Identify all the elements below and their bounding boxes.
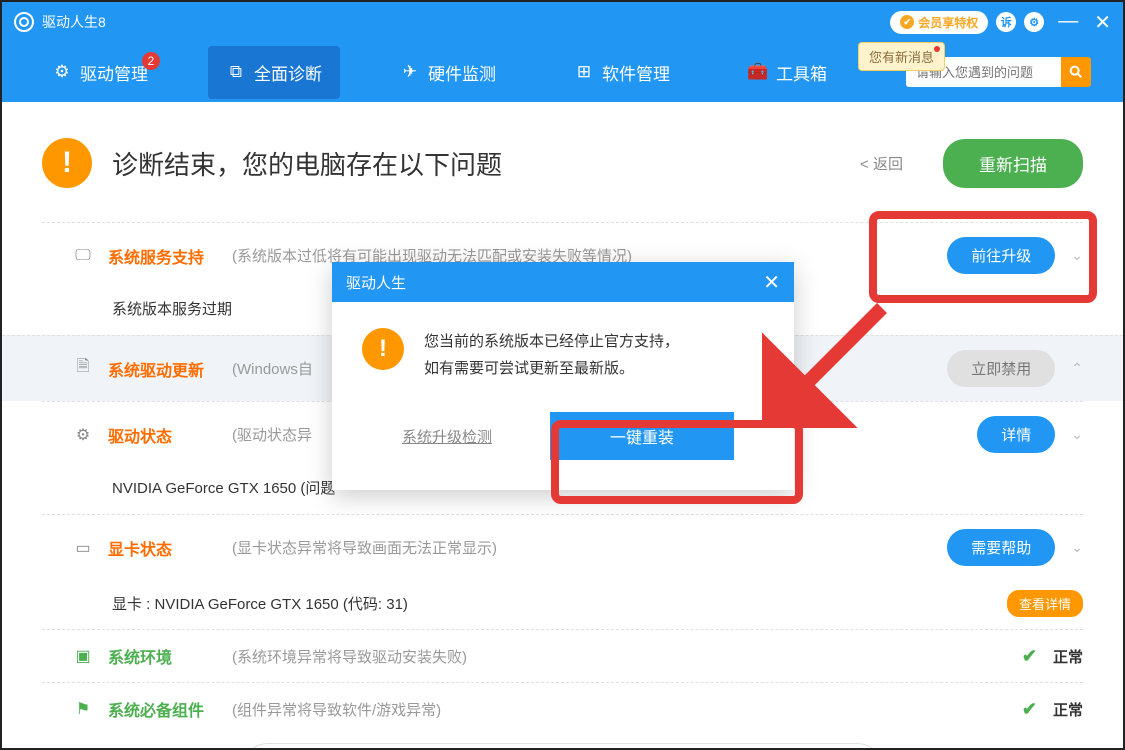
help-button[interactable]: 需要帮助 xyxy=(947,529,1055,566)
chevron-down-icon[interactable]: ⌄ xyxy=(1071,426,1083,443)
system-upgrade-check-link[interactable]: 系统升级检测 xyxy=(402,426,492,447)
one-click-reinstall-button[interactable]: 一键重装 xyxy=(550,412,734,460)
vip-badge[interactable]: 会员享特权 xyxy=(890,11,988,34)
puzzle-icon: ⚑ xyxy=(72,698,94,720)
nav-label: 全面诊断 xyxy=(254,60,322,85)
row-gpu-detail: 显卡 : NVIDIA GeForce GTX 1650 (代码: 31) 查看… xyxy=(42,580,1083,629)
notification-dot-icon xyxy=(934,46,940,52)
row-gpu-status: ▭ 显卡状态 (显卡状态异常将导致画面无法正常显示) 需要帮助 ⌄ xyxy=(42,514,1083,580)
app-logo-icon xyxy=(14,12,34,32)
disable-button[interactable]: 立即禁用 xyxy=(947,350,1055,387)
gear-icon: ⚙ xyxy=(72,424,94,446)
warning-icon: ! xyxy=(42,138,92,188)
new-message-bubble[interactable]: 您有新消息 xyxy=(858,42,945,71)
chevron-down-icon[interactable]: ⌄ xyxy=(1071,539,1083,556)
row-desc: (显卡状态异常将导致画面无法正常显示) xyxy=(232,537,933,558)
dialog-close-button[interactable]: ✕ xyxy=(763,270,780,295)
settings-icon[interactable]: ⚙ xyxy=(1024,12,1044,32)
view-details-badge[interactable]: 查看详情 xyxy=(1007,590,1083,617)
status-text: 正常 xyxy=(1053,646,1083,667)
more-solutions-button[interactable]: ⌄⌄ 查看更多解决方案 xyxy=(242,743,883,748)
diagnosis-header: ! 诊断结束，您的电脑存在以下问题 < 返回 重新扫描 xyxy=(42,138,1083,188)
row-system-env: ▣ 系统环境 (系统环境异常将导致驱动安装失败) ✔ 正常 xyxy=(42,629,1083,682)
row-label: 系统环境 xyxy=(108,644,218,668)
apps-icon: ⊞ xyxy=(574,62,594,82)
row-label: 显卡状态 xyxy=(108,536,218,560)
nav-toolbox[interactable]: 🧰 工具箱 xyxy=(730,46,845,99)
nav-software-management[interactable]: ⊞ 软件管理 xyxy=(556,46,688,99)
magnifier-icon xyxy=(1068,64,1084,80)
nav-full-diagnosis[interactable]: ⧉ 全面诊断 xyxy=(208,46,340,99)
toolbox-icon: 🧰 xyxy=(748,62,768,82)
nav-label: 工具箱 xyxy=(776,60,827,85)
check-icon: ✔ xyxy=(1022,699,1037,720)
nav-hardware-monitor[interactable]: ✈ 硬件监测 xyxy=(382,46,514,99)
notify-icon[interactable]: 诉 xyxy=(996,12,1016,32)
close-button[interactable]: ✕ xyxy=(1094,10,1111,35)
minimize-button[interactable]: — xyxy=(1058,10,1078,35)
back-link[interactable]: < 返回 xyxy=(860,153,903,174)
check-icon: ✔ xyxy=(1022,646,1037,667)
diagnosis-title: 诊断结束，您的电脑存在以下问题 xyxy=(112,145,840,182)
window-icon: ▣ xyxy=(72,645,94,667)
nav-label: 硬件监测 xyxy=(428,60,496,85)
card-icon: ▭ xyxy=(72,537,94,559)
row-label: 系统服务支持 xyxy=(108,244,218,268)
upgrade-dialog: 驱动人生 ✕ ! 您当前的系统版本已经停止官方支持， 如有需要可尝试更新至最新版… xyxy=(332,262,794,490)
dialog-title: 驱动人生 xyxy=(346,272,406,293)
monitor-icon: 🖵 xyxy=(72,245,94,267)
upgrade-button[interactable]: 前往升级 xyxy=(947,237,1055,274)
row-label: 驱动状态 xyxy=(108,423,218,447)
gear-icon: ⚙ xyxy=(52,62,72,82)
warning-icon: ! xyxy=(362,328,404,370)
row-components: ⚑ 系统必备组件 (组件异常将导致软件/游戏异常) ✔ 正常 xyxy=(42,682,1083,735)
rocket-icon: ✈ xyxy=(400,62,420,82)
dialog-header: 驱动人生 ✕ xyxy=(332,262,794,302)
heartbeat-icon: ⧉ xyxy=(226,62,246,82)
app-title: 驱动人生8 xyxy=(42,12,106,32)
file-icon: 🗎 xyxy=(72,358,94,380)
row-label: 系统驱动更新 xyxy=(108,357,218,381)
new-message-text: 您有新消息 xyxy=(869,50,934,65)
nav-driver-management[interactable]: ⚙ 驱动管理 2 xyxy=(34,46,166,99)
titlebar: 驱动人生8 会员享特权 诉 ⚙ — ✕ xyxy=(2,2,1123,42)
main-nav: ⚙ 驱动管理 2 ⧉ 全面诊断 ✈ 硬件监测 ⊞ 软件管理 🧰 工具箱 xyxy=(2,42,1123,102)
details-button[interactable]: 详情 xyxy=(977,416,1055,453)
row-label: 系统必备组件 xyxy=(108,697,218,721)
search-button[interactable] xyxy=(1061,57,1091,87)
status-text: 正常 xyxy=(1053,699,1083,720)
dialog-message: 您当前的系统版本已经停止官方支持， 如有需要可尝试更新至最新版。 xyxy=(424,328,679,382)
nav-label: 驱动管理 xyxy=(80,60,148,85)
row-desc: (组件异常将导致软件/游戏异常) xyxy=(232,699,1008,720)
nav-label: 软件管理 xyxy=(602,60,670,85)
rescan-button[interactable]: 重新扫描 xyxy=(943,139,1083,188)
badge-count: 2 xyxy=(142,52,160,70)
row-desc: (系统环境异常将导致驱动安装失败) xyxy=(232,646,1008,667)
chevron-up-icon[interactable]: ⌃ xyxy=(1071,360,1083,377)
chevron-down-icon[interactable]: ⌄ xyxy=(1071,247,1083,264)
gpu-detail-text: 显卡 : NVIDIA GeForce GTX 1650 (代码: 31) xyxy=(112,593,995,614)
